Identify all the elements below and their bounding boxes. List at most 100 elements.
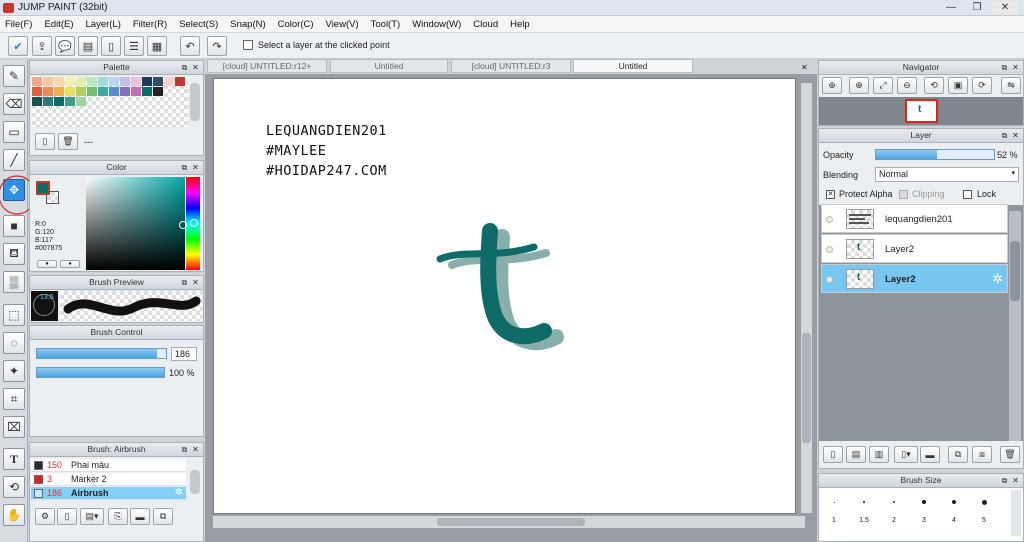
- list-icon[interactable]: ☰: [124, 36, 144, 56]
- brush-size-option[interactable]: 4: [939, 490, 969, 526]
- page-icon[interactable]: ▯: [101, 36, 121, 56]
- lasso-tool-icon[interactable]: ◌: [3, 332, 25, 354]
- menu-item[interactable]: Edit(E): [44, 19, 73, 30]
- document-tab[interactable]: Untitled: [330, 59, 448, 73]
- brush-size-scrollbar[interactable]: [1011, 490, 1021, 536]
- redo-icon[interactable]: ↷: [207, 36, 227, 56]
- palette-swatch[interactable]: [76, 77, 86, 86]
- menu-item[interactable]: Filter(R): [133, 19, 167, 30]
- delete-layer-icon[interactable]: 🗑: [1000, 446, 1020, 463]
- bucket-tool-icon[interactable]: ⛾: [3, 243, 25, 265]
- flip-icon[interactable]: ⇋: [1001, 77, 1021, 94]
- panel-float-icon[interactable]: ⧉: [1000, 476, 1009, 485]
- canvas-horizontal-scrollbar[interactable]: [213, 516, 805, 528]
- document-tab[interactable]: [cloud] UNTITLED:r12+: [207, 59, 327, 73]
- palette-swatch[interactable]: [98, 87, 108, 96]
- brush-size-option[interactable]: 3: [909, 490, 939, 526]
- text-tool-icon[interactable]: T: [3, 448, 25, 470]
- eraser-tool-icon[interactable]: ⌫: [3, 93, 25, 115]
- menu-item[interactable]: Snap(N): [230, 19, 265, 30]
- drawing-canvas[interactable]: LEQUANGDIEN201 #MAYLEE #HOIDAP247.COM: [213, 78, 796, 514]
- palette-swatch[interactable]: [54, 77, 64, 86]
- palette-swatch[interactable]: [131, 77, 141, 86]
- menu-item[interactable]: Window(W): [412, 19, 461, 30]
- blending-select[interactable]: Normal ▾: [875, 167, 1019, 182]
- palette-swatch[interactable]: [153, 77, 163, 86]
- palette-swatch[interactable]: [65, 77, 75, 86]
- new-brush-icon[interactable]: ▯: [57, 508, 77, 525]
- panel-float-icon[interactable]: ⧉: [180, 63, 189, 72]
- palette-swatches[interactable]: [32, 77, 188, 127]
- palette-swatch[interactable]: [32, 77, 42, 86]
- layer-visibility-icon[interactable]: [826, 276, 833, 283]
- delete-palette-icon[interactable]: 🗑: [58, 133, 78, 150]
- zoom-out-icon[interactable]: ⊖: [897, 77, 917, 94]
- rectangle-tool-icon[interactable]: ▭: [3, 121, 25, 143]
- text-box-icon[interactable]: ▤: [78, 36, 98, 56]
- brush-size-option[interactable]: 5: [969, 490, 999, 526]
- color-swap-button[interactable]: ●: [60, 260, 80, 268]
- new-folder-icon[interactable]: ▬: [920, 446, 940, 463]
- palette-swatch[interactable]: [76, 87, 86, 96]
- menu-item[interactable]: Select(S): [179, 19, 218, 30]
- palette-swatch[interactable]: [43, 87, 53, 96]
- saturation-value-picker[interactable]: [86, 177, 185, 270]
- canvas-vertical-scrollbar[interactable]: [801, 83, 812, 513]
- palette-swatch[interactable]: [98, 77, 108, 86]
- pen-tool-icon[interactable]: ✎: [3, 65, 25, 87]
- brush-size-slider[interactable]: [36, 348, 167, 359]
- menu-item[interactable]: Color(C): [278, 19, 314, 30]
- export-icon[interactable]: ⇪: [32, 36, 52, 56]
- palette-swatch[interactable]: [120, 87, 130, 96]
- layer-row[interactable]: lequangdien201: [821, 204, 1008, 233]
- menu-item[interactable]: Cloud: [473, 19, 498, 30]
- palette-swatch[interactable]: [120, 77, 130, 86]
- palette-swatch[interactable]: [43, 97, 53, 106]
- select-pen-tool-icon[interactable]: ⌗: [3, 388, 25, 410]
- new-palette-icon[interactable]: ▯: [35, 133, 55, 150]
- gradient-tool-icon[interactable]: ▒: [3, 271, 25, 293]
- palette-swatch[interactable]: [87, 87, 97, 96]
- layer-opacity-slider[interactable]: [875, 149, 995, 160]
- palette-swatch[interactable]: [142, 77, 152, 86]
- lock-checkbox[interactable]: [963, 190, 972, 199]
- palette-swatch[interactable]: [54, 97, 64, 106]
- brush-type-dropdown-icon[interactable]: ▤▾: [80, 508, 104, 525]
- panel-close-icon[interactable]: ✕: [191, 163, 200, 172]
- panel-float-icon[interactable]: ⧉: [1000, 63, 1009, 72]
- brush-settings-icon[interactable]: ⚙: [35, 508, 55, 525]
- palette-scrollbar[interactable]: [190, 83, 200, 121]
- palette-swatch[interactable]: [142, 87, 152, 96]
- frame-tool-icon[interactable]: ⟲: [3, 476, 25, 498]
- protect-alpha-checkbox[interactable]: ✕: [826, 190, 835, 199]
- close-icon[interactable]: ✕: [992, 1, 1018, 15]
- merge-layer-icon[interactable]: ⧈: [972, 446, 992, 463]
- brush-list-item[interactable]: 150 Phai màu: [31, 459, 186, 472]
- tabs-close-icon[interactable]: ✕: [801, 63, 811, 73]
- brush-size-option[interactable]: 1.5: [849, 490, 879, 526]
- layer-row[interactable]: t Layer2: [821, 234, 1008, 263]
- new-layer-icon[interactable]: ▯: [823, 446, 843, 463]
- panel-float-icon[interactable]: ⧉: [180, 445, 189, 454]
- brush-folder-icon[interactable]: ▬: [130, 508, 150, 525]
- brush-duplicate-icon[interactable]: ⧉: [153, 508, 173, 525]
- palette-swatch[interactable]: [109, 77, 119, 86]
- brush-settings-gear-icon[interactable]: ✲: [175, 487, 183, 498]
- palette-swatch[interactable]: [32, 87, 42, 96]
- brush-tool-icon[interactable]: ╱: [3, 149, 25, 171]
- rotate-left-icon[interactable]: ⟲: [924, 77, 944, 94]
- rect-select-tool-icon[interactable]: ⬚: [3, 304, 25, 326]
- brush-opacity-slider[interactable]: [36, 367, 165, 378]
- navigator-viewport[interactable]: t: [905, 99, 938, 123]
- fit-screen-icon[interactable]: ⤢: [873, 77, 893, 94]
- brush-import-icon[interactable]: ⎘: [108, 508, 128, 525]
- layer-visibility-icon[interactable]: [826, 216, 833, 223]
- reset-rotation-icon[interactable]: ▣: [948, 77, 968, 94]
- rotate-right-icon[interactable]: ⟳: [972, 77, 992, 94]
- brush-list-item[interactable]: 3 Marker 2: [31, 473, 186, 486]
- brush-size-option[interactable]: 2: [879, 490, 909, 526]
- zoom-in-icon[interactable]: ⊕: [822, 77, 842, 94]
- layer-row[interactable]: t Layer2 ✲: [821, 264, 1008, 293]
- menu-item[interactable]: Help: [510, 19, 530, 30]
- palette-swatch[interactable]: [164, 77, 174, 86]
